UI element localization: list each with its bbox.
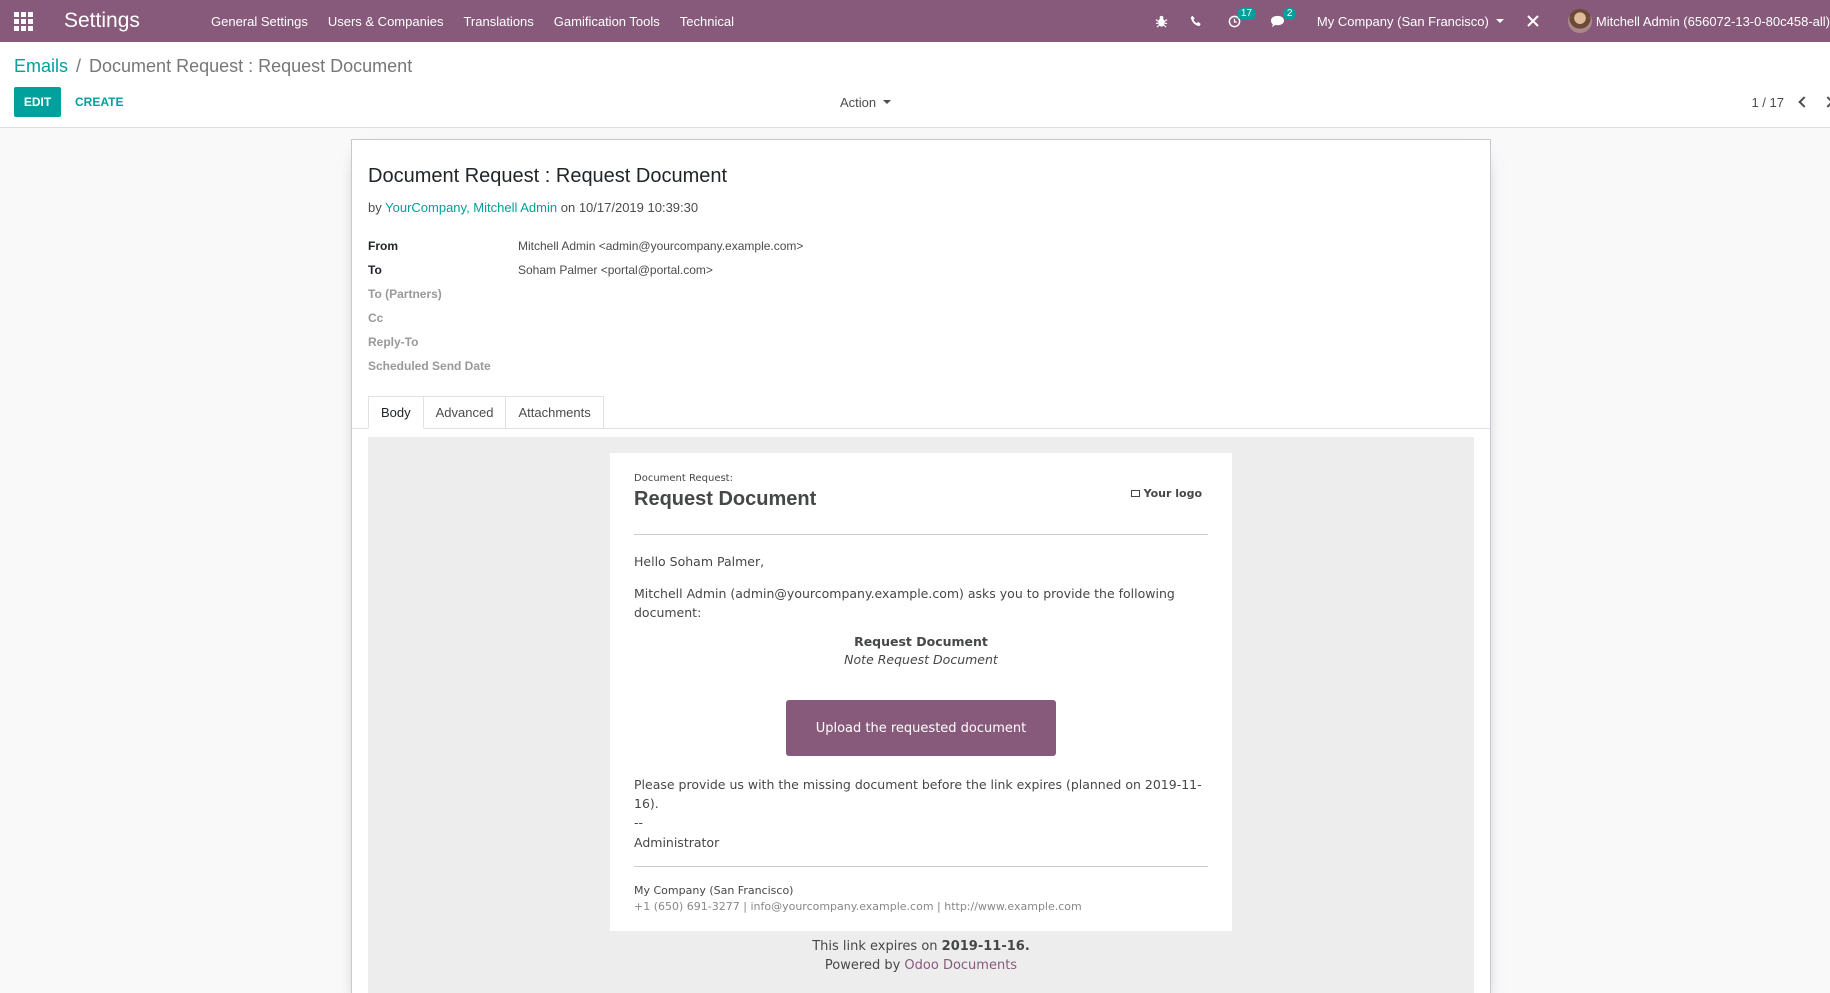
footer-company: My Company (San Francisco)	[634, 884, 794, 897]
field-cc: Cc	[368, 306, 803, 330]
company-switcher[interactable]: My Company (San Francisco)	[1317, 14, 1504, 29]
avatar	[1567, 9, 1592, 33]
field-label: To (Partners)	[368, 287, 442, 301]
header-divider	[634, 534, 1208, 535]
email-kicker: Document Request:	[634, 473, 733, 484]
mail-fields: From Mitchell Admin <admin@yourcompany.e…	[368, 234, 803, 378]
field-label: From	[368, 239, 398, 253]
pager: 1 / 17	[1751, 87, 1830, 117]
greeting: Hello Soham Palmer,	[634, 554, 765, 569]
notebook-tabs: Body Advanced Attachments	[368, 396, 604, 429]
field-label: To	[368, 263, 382, 277]
footer-divider	[634, 866, 1208, 867]
pager-counter[interactable]: 1 / 17	[1751, 95, 1784, 110]
messages-chat-icon[interactable]: 2	[1257, 0, 1299, 42]
company-name: My Company (San Francisco)	[1316, 13, 1489, 29]
activity-count-badge: 17	[1236, 8, 1257, 20]
breadcrumb-emails-link[interactable]: Emails	[14, 56, 68, 77]
field-label: Scheduled Send Date	[368, 359, 491, 373]
field-to-partners: To (Partners)	[368, 282, 803, 306]
link-expiry: This link expires on 2019-11-16.	[368, 939, 1474, 954]
on-prefix: on	[560, 200, 576, 215]
action-dropdown[interactable]: Action	[840, 87, 892, 117]
image-icon	[1130, 490, 1140, 497]
odoo-documents-link[interactable]: Odoo Documents	[904, 958, 1017, 973]
field-scheduled-send-date: Scheduled Send Date	[368, 354, 803, 378]
mail-author-line: by YourCompany, Mitchell Admin on 10/17/…	[368, 200, 698, 215]
company-logo: Your logo	[1130, 487, 1202, 500]
edit-button[interactable]: EDIT	[14, 87, 61, 117]
field-label: Reply-To	[368, 335, 419, 349]
user-menu[interactable]: Mitchell Admin (656072-13-0-80c458-all)	[1567, 9, 1830, 33]
chevron-down-icon	[1495, 19, 1504, 23]
footer-contact: +1 (650) 691-3277 | info@yourcompany.exa…	[634, 900, 1082, 913]
field-label: Cc	[368, 311, 384, 325]
email-title: Request Document	[634, 488, 817, 510]
pager-previous-icon[interactable]	[1798, 96, 1810, 108]
reminder-text: Please provide us with the missing docum…	[634, 777, 1202, 811]
menu-translations[interactable]: Translations	[453, 14, 543, 29]
powered-by: Powered by Odoo Documents	[368, 958, 1474, 973]
app-name[interactable]: Settings	[64, 9, 201, 33]
top-navbar: Settings General Settings Users & Compan…	[0, 0, 1830, 42]
by-prefix: by	[368, 200, 382, 215]
expire-date: 2019-11-16.	[941, 939, 1030, 954]
field-to: To Soham Palmer <portal@portal.com>	[368, 258, 803, 282]
tab-advanced[interactable]: Advanced	[422, 396, 507, 428]
email-card: Document Request: Request Document Your …	[610, 453, 1232, 931]
pager-next-icon[interactable]	[1822, 96, 1830, 108]
author-link[interactable]: YourCompany, Mitchell Admin	[385, 200, 557, 215]
debug-bug-icon[interactable]	[1145, 0, 1179, 42]
phone-icon[interactable]	[1179, 0, 1213, 42]
powered-prefix: Powered by	[824, 958, 901, 973]
menu-technical[interactable]: Technical	[670, 14, 744, 29]
control-panel: Emails / Document Request : Request Docu…	[0, 42, 1830, 128]
field-value: Mitchell Admin <admin@yourcompany.exampl…	[518, 239, 804, 253]
requested-document-name: Request Document	[854, 634, 988, 649]
apps-menu-icon[interactable]	[0, 0, 46, 42]
main-menu: General Settings Users & Companies Trans…	[201, 14, 744, 29]
logo-text: Your logo	[1143, 487, 1202, 500]
activity-clock-icon[interactable]: 17	[1213, 0, 1257, 42]
mail-date: 10/17/2019 10:39:30	[578, 200, 699, 215]
tab-body[interactable]: Body	[368, 396, 424, 429]
mail-body-preview: Document Request: Request Document Your …	[368, 437, 1474, 993]
field-value: Soham Palmer <portal@portal.com>	[518, 263, 713, 277]
field-from: From Mitchell Admin <admin@yourcompany.e…	[368, 234, 803, 258]
close-icon[interactable]	[1518, 0, 1548, 42]
user-name: Mitchell Admin (656072-13-0-80c458-all)	[1595, 13, 1830, 29]
intro-text: Mitchell Admin (admin@yourcompany.exampl…	[634, 586, 1175, 620]
menu-general-settings[interactable]: General Settings	[201, 14, 318, 29]
signature-separator: --	[634, 815, 644, 830]
message-count-badge: 2	[1282, 8, 1297, 20]
breadcrumb-separator: /	[76, 56, 82, 76]
requested-document-note: Note Request Document	[844, 652, 998, 667]
menu-gamification-tools[interactable]: Gamification Tools	[544, 14, 670, 29]
form-sheet: Document Request : Request Document by Y…	[351, 139, 1491, 993]
breadcrumb-current: Document Request : Request Document	[89, 56, 413, 76]
menu-users-companies[interactable]: Users & Companies	[318, 14, 454, 29]
chevron-down-icon	[883, 100, 892, 104]
tab-attachments[interactable]: Attachments	[505, 396, 604, 428]
expire-prefix: This link expires on	[812, 939, 938, 954]
upload-document-button[interactable]: Upload the requested document	[786, 700, 1056, 756]
navbar-systray: 17 2 My Company (San Francisco) Mitchell…	[1145, 0, 1830, 42]
action-label: Action	[840, 94, 877, 110]
field-reply-to: Reply-To	[368, 330, 803, 354]
mail-subject: Document Request : Request Document	[368, 165, 728, 187]
breadcrumb: Emails / Document Request : Request Docu…	[14, 56, 412, 77]
signature: Administrator	[634, 835, 720, 850]
create-button[interactable]: CREATE	[75, 87, 123, 117]
